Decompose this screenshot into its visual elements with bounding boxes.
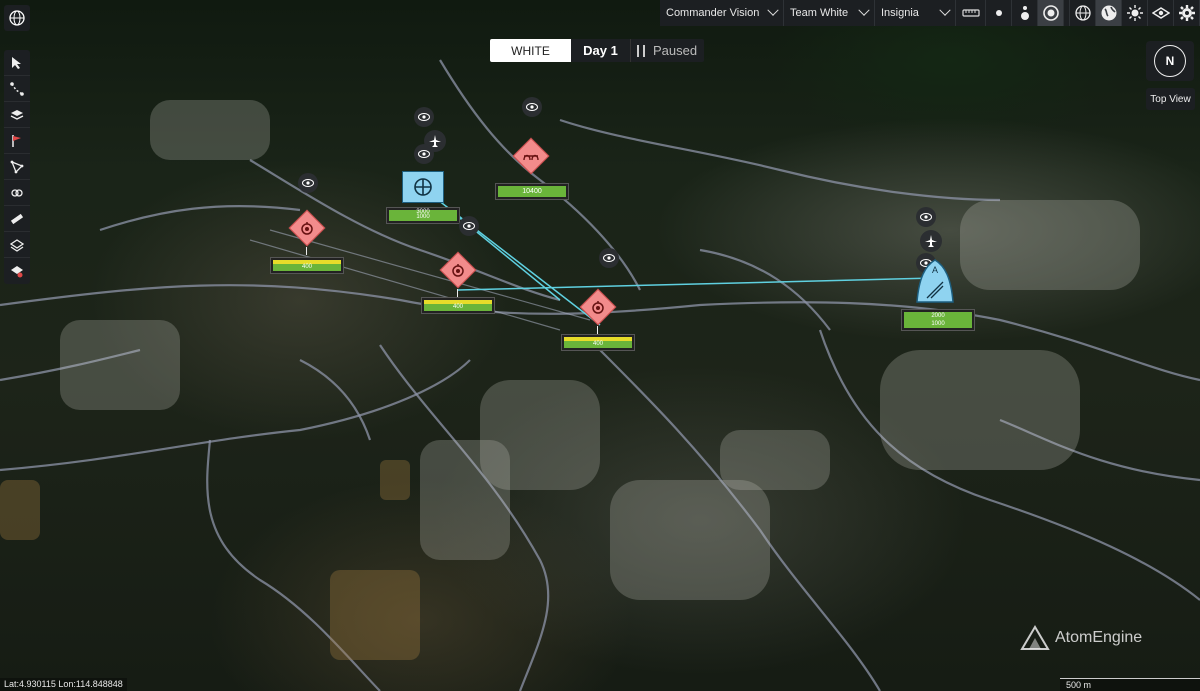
top-toolbar: Commander Vision Team White Insignia — [660, 0, 1200, 26]
target-icon — [1042, 5, 1059, 21]
gear-icon — [1178, 5, 1195, 21]
hostile-value: 10400 — [522, 188, 542, 195]
layers-icon — [10, 109, 24, 120]
sun-button[interactable] — [1122, 0, 1148, 26]
sun-icon — [1126, 5, 1143, 21]
airbase-value-1: 2000 — [931, 313, 945, 319]
friendly-airbase-unit[interactable]: A — [913, 258, 957, 304]
eye-icon[interactable] — [414, 144, 434, 164]
hostile-bridge-icon — [518, 143, 544, 169]
scale-label: 500 m — [1066, 680, 1092, 690]
target-button[interactable] — [1038, 0, 1064, 26]
friendly-radar-status-bar: 3000 1000 — [386, 207, 460, 224]
map-viewport[interactable]: 3000 1000 10400 400 400 400 A 2000 1000 … — [0, 0, 1200, 691]
eye-icon — [1151, 7, 1170, 19]
pause-toggle[interactable]: Paused — [631, 39, 705, 62]
vision-mode-dropdown[interactable]: Commander Vision — [660, 0, 784, 26]
eye-icon[interactable] — [298, 173, 318, 193]
path-icon — [10, 81, 24, 96]
compass-icon: N — [1154, 45, 1186, 77]
select-icon — [12, 56, 21, 69]
hostile-value: 400 — [592, 341, 603, 347]
compass-north-label: N — [1165, 54, 1175, 68]
display-label: Insignia — [881, 7, 919, 19]
chevron-down-icon — [858, 4, 870, 16]
terrain-tool-button[interactable] — [4, 232, 30, 258]
hostile-value: 400 — [452, 304, 463, 310]
eye-icon[interactable] — [522, 97, 542, 117]
measure-icon — [10, 213, 24, 224]
polygon-tool-button[interactable] — [4, 154, 30, 180]
jet-icon[interactable] — [920, 230, 942, 252]
terrain-icon — [10, 238, 24, 252]
path-tool-button[interactable] — [4, 76, 30, 102]
vision-mode-label: Commander Vision — [666, 7, 760, 19]
current-team-label[interactable]: WHITE — [490, 39, 571, 62]
hostile-status-bar: 10400 — [495, 183, 569, 200]
unit-settings-button[interactable] — [4, 258, 30, 284]
settings-button[interactable] — [1174, 0, 1200, 26]
team-dropdown[interactable]: Team White — [784, 0, 875, 26]
hostile-sam-icon — [445, 257, 471, 283]
globe-icon — [1074, 5, 1091, 21]
point-button[interactable] — [986, 0, 1012, 26]
settings-icon — [11, 266, 23, 278]
hostile-sam-icon — [294, 215, 320, 241]
polygon-icon — [10, 160, 24, 173]
app-menu-button[interactable] — [4, 5, 30, 31]
flag-tool-button[interactable] — [4, 128, 30, 154]
top-view-button[interactable]: Top View — [1146, 88, 1195, 110]
friendly-airbase-status-bar: 2000 1000 — [901, 309, 975, 331]
ruler-button[interactable] — [956, 0, 986, 26]
link-tool-button[interactable] — [4, 180, 30, 206]
time-panel: WHITE Day 1 Paused — [490, 39, 705, 62]
brand-label: AtomEngine — [1055, 629, 1143, 646]
friendly-radar-unit[interactable] — [402, 171, 444, 203]
hostile-status-bar: 400 — [421, 297, 495, 314]
layers-tool-button[interactable] — [4, 102, 30, 128]
eye-icon[interactable] — [599, 248, 619, 268]
atom-engine-logo-icon — [1020, 625, 1050, 650]
select-tool-button[interactable] — [4, 50, 30, 76]
link-icon — [11, 188, 23, 197]
brand-watermark: AtomEngine — [1020, 625, 1142, 651]
team-label: Team White — [790, 7, 849, 19]
eye-icon[interactable] — [459, 216, 479, 236]
pin-icon — [1020, 6, 1029, 20]
visibility-button[interactable] — [1148, 0, 1174, 26]
ruler-icon — [961, 9, 980, 17]
eye-icon[interactable] — [414, 107, 434, 127]
measure-tool-button[interactable] — [4, 206, 30, 232]
flag-icon — [12, 134, 21, 147]
left-toolbar — [4, 50, 30, 284]
display-dropdown[interactable]: Insignia — [875, 0, 956, 26]
point-icon — [995, 10, 1002, 16]
pause-icon — [637, 44, 645, 57]
globe-button[interactable] — [1070, 0, 1096, 26]
svg-text:A: A — [932, 265, 938, 275]
pin-button[interactable] — [1012, 0, 1038, 26]
coordinates-readout: Lat:4.930115 Lon:114.848848 — [0, 678, 127, 691]
chevron-down-icon — [767, 4, 779, 16]
pause-status-label: Paused — [653, 43, 698, 58]
hostile-status-bar: 400 — [270, 257, 344, 274]
chevron-down-icon — [939, 4, 951, 16]
radar-value-2: 1000 — [416, 214, 430, 220]
hostile-value: 400 — [301, 264, 312, 270]
globe-filled-icon — [1101, 5, 1116, 21]
airbase-value-2: 1000 — [931, 321, 945, 327]
hostile-sam-icon — [585, 294, 611, 320]
compass-button[interactable]: N — [1146, 41, 1194, 81]
globe-filled-button[interactable] — [1096, 0, 1122, 26]
day-label: Day 1 — [571, 39, 631, 62]
hostile-status-bar: 400 — [561, 334, 635, 351]
scale-bar: 500 m — [1060, 678, 1200, 691]
eye-icon[interactable] — [916, 207, 936, 227]
